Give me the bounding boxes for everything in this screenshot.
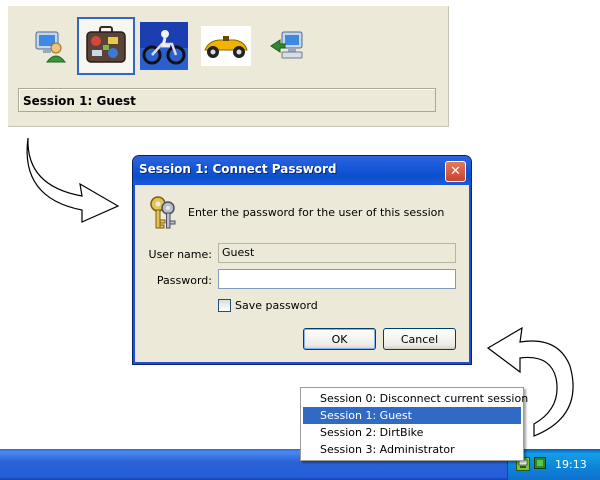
session-context-menu: Session 0: Disconnect current session Se… xyxy=(300,387,528,461)
password-input[interactable] xyxy=(218,269,456,289)
keys-icon xyxy=(150,196,176,229)
menu-item-session-0[interactable]: Session 0: Disconnect current session xyxy=(303,390,528,407)
menu-item-session-3[interactable]: Session 3: Administrator xyxy=(303,441,521,458)
dialog-body: Enter the password for the user of this … xyxy=(136,185,468,361)
clock[interactable]: 19:13 xyxy=(555,458,587,471)
menu-item-session-2[interactable]: Session 2: DirtBike xyxy=(303,424,521,441)
dialog-title: Session 1: Connect Password xyxy=(139,162,337,176)
user-selection-panel: Session 1: Guest xyxy=(8,6,449,127)
suitcase-icon[interactable] xyxy=(77,17,135,75)
close-icon: ✕ xyxy=(450,164,461,179)
save-password-label[interactable]: Save password xyxy=(235,299,318,312)
dialog-prompt: Enter the password for the user of this … xyxy=(188,206,445,219)
race-car-icon[interactable] xyxy=(198,18,254,74)
computer-user-icon[interactable] xyxy=(20,18,76,74)
username-field: Guest xyxy=(218,243,456,263)
save-password-checkbox[interactable] xyxy=(218,299,231,312)
cancel-button[interactable]: Cancel xyxy=(383,328,456,350)
computer-transfer-icon[interactable] xyxy=(260,18,316,74)
username-label: User name: xyxy=(148,248,212,261)
dirtbike-icon[interactable] xyxy=(136,18,192,74)
menu-item-session-1[interactable]: Session 1: Guest xyxy=(303,407,521,424)
session-name-field: Session 1: Guest xyxy=(18,88,436,112)
password-label: Password: xyxy=(156,274,212,287)
connect-password-dialog: Session 1: Connect Password ✕ Enter the … xyxy=(132,155,472,365)
green-square-tray-icon[interactable] xyxy=(534,457,546,469)
dialog-titlebar[interactable]: Session 1: Connect Password ✕ xyxy=(133,156,471,185)
close-button[interactable]: ✕ xyxy=(445,161,466,182)
ok-button[interactable]: OK xyxy=(303,328,376,350)
curved-arrow-down-icon xyxy=(26,137,120,223)
